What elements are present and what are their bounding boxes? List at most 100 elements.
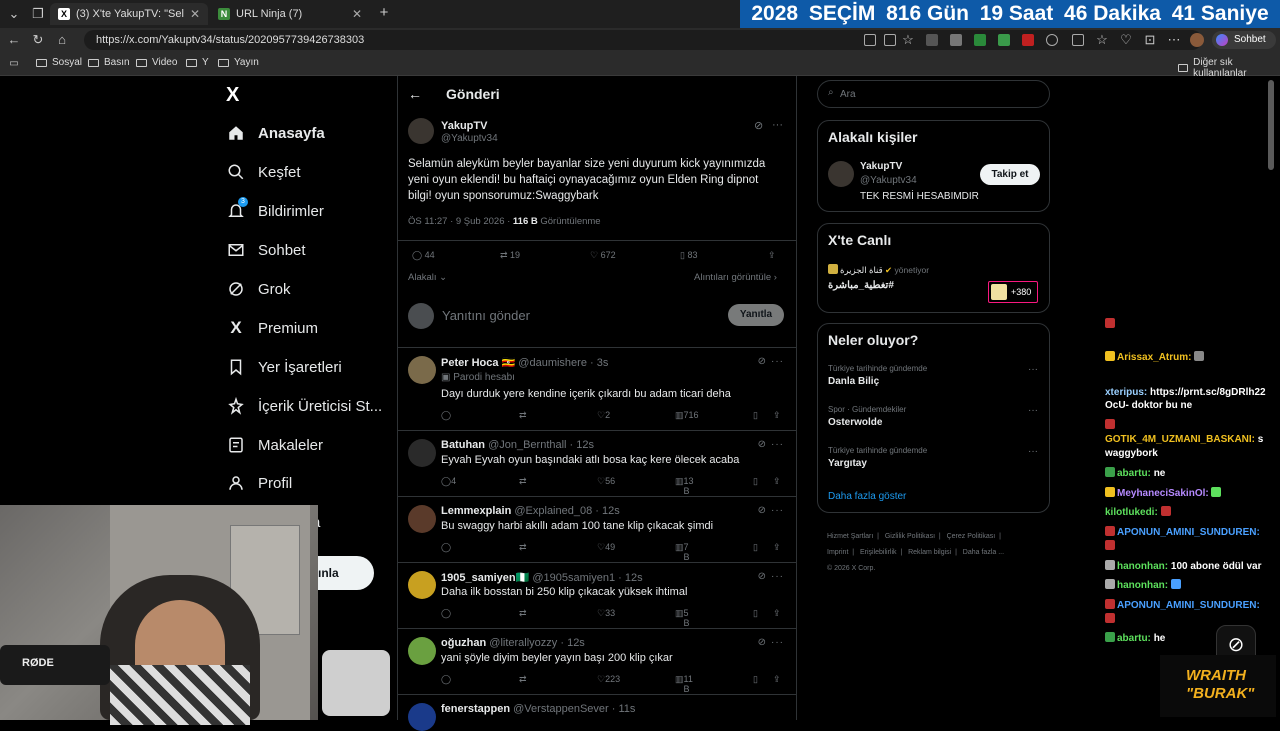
- reply-item[interactable]: Batuhan @Jon_Bernthall · 12s Eyvah Eyvah…: [398, 431, 796, 497]
- grok-icon[interactable]: ⊘: [758, 439, 766, 450]
- extension-icon[interactable]: [1022, 34, 1034, 46]
- share-icon[interactable]: ⇪: [773, 542, 781, 553]
- views-action[interactable]: ▥ 716: [675, 410, 699, 421]
- scrollbar[interactable]: [1268, 80, 1274, 170]
- repost-icon[interactable]: ⇄: [519, 410, 527, 421]
- back-arrow-icon[interactable]: ←: [408, 86, 422, 102]
- more-icon[interactable]: ···: [772, 119, 783, 131]
- like-action[interactable]: ♡ 49: [597, 542, 615, 553]
- bookmark-folder[interactable]: Basın: [88, 57, 130, 68]
- live-host[interactable]: قناة الجزيرة ✔ yönetiyor: [828, 264, 929, 276]
- search-input[interactable]: ⌕ Ara: [817, 80, 1050, 108]
- grok-icon[interactable]: ⊘: [758, 637, 766, 648]
- refresh-icon[interactable]: ↻: [30, 32, 46, 48]
- reply-item[interactable]: Lemmexplain @Explained_08 · 12s Bu swagg…: [398, 497, 796, 563]
- reply-action[interactable]: ◯ 4: [441, 476, 456, 487]
- nav-grok[interactable]: Grok: [226, 273, 291, 305]
- bookmark-folder[interactable]: Yayın: [218, 57, 259, 68]
- more-icon[interactable]: ···: [1028, 446, 1038, 457]
- nav-premium[interactable]: X Premium: [226, 312, 318, 344]
- bookmark-icon[interactable]: ▯: [753, 608, 758, 619]
- reply-author[interactable]: Lemmexplain: [441, 505, 511, 517]
- repost-icon[interactable]: ⇄: [519, 674, 527, 685]
- bookmark-folder[interactable]: Sosyal: [36, 57, 82, 68]
- bookmark-icon[interactable]: ▯: [753, 410, 758, 421]
- live-topic[interactable]: تغطية_مباشرة#: [828, 280, 894, 291]
- avatar[interactable]: [408, 703, 436, 731]
- tab-actions-icon[interactable]: ⌄: [6, 6, 22, 22]
- reply-author[interactable]: Batuhan: [441, 439, 485, 451]
- more-icon[interactable]: ···: [1028, 364, 1038, 375]
- reply-icon[interactable]: ◯: [441, 674, 451, 685]
- grok-icon[interactable]: ⊘: [758, 356, 766, 367]
- quotes-link[interactable]: Alıntıları görüntüle ›: [694, 272, 777, 283]
- nav-creator-studio[interactable]: İçerik Üreticisi St...: [226, 390, 382, 422]
- trend-item[interactable]: Türkiye tarihinde gündemde Danla Biliç ·…: [828, 364, 1038, 387]
- post-time[interactable]: ÖS 11:27 · 9 Şub 2026 ·: [408, 216, 513, 227]
- sort-relevant[interactable]: Alakalı ⌄: [408, 272, 447, 283]
- avatar[interactable]: [408, 637, 436, 665]
- reply-icon[interactable]: ◯: [441, 410, 451, 421]
- x-logo-icon[interactable]: X: [226, 84, 248, 106]
- bookmark-bar-icon[interactable]: ▭: [6, 56, 22, 72]
- nav-home[interactable]: Anasayfa: [226, 117, 325, 149]
- more-icon[interactable]: ···: [771, 439, 784, 450]
- nav-profile[interactable]: Profil: [226, 467, 292, 499]
- like-action[interactable]: ♡ 33: [597, 608, 615, 619]
- like-action[interactable]: ♡ 2: [597, 410, 610, 421]
- reply-item[interactable]: fenerstappen @VerstappenSever · 11s: [398, 695, 796, 731]
- footer-link[interactable]: Erişilebilirlik: [860, 549, 897, 556]
- footer-link[interactable]: Gizlilik Politikası: [885, 533, 935, 540]
- more-icon[interactable]: ···: [771, 637, 784, 648]
- bookmark-icon[interactable]: ▯: [753, 674, 758, 685]
- read-aloud-icon[interactable]: [884, 34, 896, 46]
- collections-icon[interactable]: ⊡: [1142, 32, 1158, 48]
- reply-button[interactable]: Yanıtla: [728, 304, 784, 326]
- reply-item[interactable]: 1905_samiyen🇳🇬 @1905samiyen1 · 12s Daha …: [398, 563, 796, 629]
- views-action[interactable]: ▥ 5 B: [675, 608, 690, 628]
- extension-icon[interactable]: [998, 34, 1010, 46]
- share-icon[interactable]: ⇪: [773, 476, 781, 487]
- footer-link[interactable]: Imprint: [827, 549, 848, 556]
- reply-icon[interactable]: ◯: [441, 542, 451, 553]
- close-icon[interactable]: ✕: [190, 7, 200, 21]
- reply-author[interactable]: fenerstappen: [441, 703, 510, 715]
- nav-notifications[interactable]: 3 Bildirimler: [226, 195, 324, 227]
- back-icon[interactable]: ←: [6, 32, 22, 48]
- extension-icon[interactable]: [974, 34, 986, 46]
- views-action[interactable]: ▥ 7 B: [675, 542, 690, 562]
- trend-item[interactable]: Spor · Gündemdekiler Osterwolde ···: [828, 405, 1038, 428]
- favorite-star-icon[interactable]: ☆: [900, 32, 916, 48]
- footer-link[interactable]: Daha fazla ...: [963, 549, 1004, 556]
- reply-item[interactable]: oğuzhan @literallyozzy · 12s yani şöyle …: [398, 629, 796, 695]
- author-name[interactable]: YakupTV: [441, 120, 487, 132]
- avatar[interactable]: [408, 356, 436, 384]
- favorites-icon[interactable]: ☆: [1094, 32, 1110, 48]
- tab-url-ninja[interactable]: N URL Ninja (7) ✕: [210, 3, 370, 25]
- footer-link[interactable]: Çerez Politikası: [947, 533, 996, 540]
- url-field[interactable]: https://x.com/Yakuptv34/status/202095773…: [84, 30, 1202, 50]
- live-listeners[interactable]: +380: [988, 281, 1038, 303]
- like-action[interactable]: ♡ 672: [590, 250, 616, 261]
- avatar[interactable]: [408, 118, 434, 144]
- follow-button[interactable]: Takip et: [980, 164, 1040, 185]
- bookmark-icon[interactable]: ▯: [753, 542, 758, 553]
- views-action[interactable]: ▥ 11 B: [675, 674, 693, 694]
- footer-link[interactable]: Reklam bilgisi: [908, 549, 951, 556]
- home-icon[interactable]: ⌂: [54, 32, 70, 48]
- reply-author[interactable]: 1905_samiyen🇳🇬: [441, 572, 529, 584]
- bookmark-folder[interactable]: Y: [186, 57, 209, 68]
- views-action[interactable]: ▥ 13 B: [675, 476, 694, 496]
- repost-icon[interactable]: ⇄: [519, 476, 527, 487]
- new-tab-icon[interactable]: +: [376, 5, 392, 21]
- like-action[interactable]: ♡ 223: [597, 674, 620, 685]
- avatar[interactable]: [828, 161, 854, 187]
- share-icon[interactable]: ⇪: [768, 250, 776, 261]
- grok-icon[interactable]: ⊘: [758, 571, 766, 582]
- more-icon[interactable]: ···: [771, 356, 784, 367]
- heart-icon[interactable]: ♡: [1118, 32, 1134, 48]
- reply-input[interactable]: Yanıtını gönder: [442, 308, 530, 323]
- reply-icon[interactable]: ◯: [441, 608, 451, 619]
- bookmark-folder[interactable]: Video: [136, 57, 177, 68]
- close-icon[interactable]: ✕: [352, 7, 362, 21]
